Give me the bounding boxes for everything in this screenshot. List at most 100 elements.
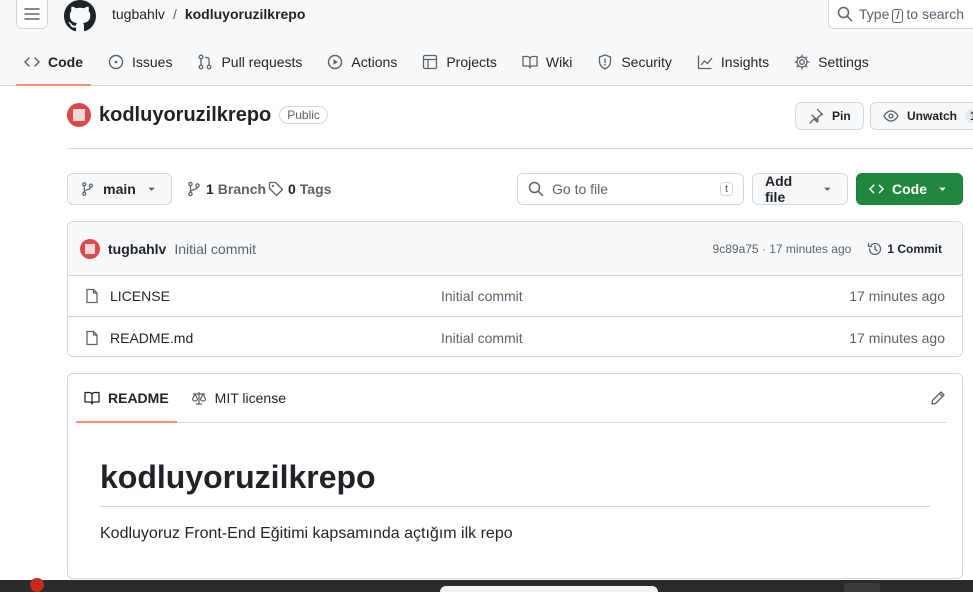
book-icon <box>84 391 100 405</box>
branch-icon <box>188 181 200 197</box>
code-icon <box>869 184 884 194</box>
search-icon <box>528 181 544 197</box>
law-icon <box>191 392 206 405</box>
pin-icon <box>809 108 824 124</box>
tags-link[interactable]: 0 Tags <box>268 181 331 197</box>
commit-sha-time[interactable]: 9c89a75 · 17 minutes ago <box>713 242 852 256</box>
caret-down-icon <box>824 187 831 191</box>
commit-history-link[interactable]: 1 Commit <box>867 241 942 257</box>
tab-projects-label: Projects <box>446 54 497 70</box>
search-icon <box>837 6 853 22</box>
branches-link[interactable]: 1 Branch <box>186 181 266 197</box>
unwatch-button[interactable]: Unwatch 1 <box>870 102 973 130</box>
tab-license[interactable]: MIT license <box>183 374 294 422</box>
file-commit-date: 17 minutes ago <box>849 329 945 346</box>
tab-license-label: MIT license <box>214 390 286 406</box>
issue-icon <box>108 54 124 70</box>
github-logo-icon[interactable] <box>64 0 96 32</box>
go-to-file-shortcut: t <box>719 182 733 196</box>
branch-icon <box>82 182 94 196</box>
file-commit-date: 17 minutes ago <box>849 288 945 304</box>
tag-count: 0 <box>288 181 296 197</box>
search-placeholder: Type / to search <box>859 5 965 23</box>
file-name-link[interactable]: LICENSE <box>110 288 170 304</box>
book-icon <box>522 55 538 69</box>
graph-icon <box>697 55 713 70</box>
file-icon <box>86 330 98 345</box>
tab-wiki-label: Wiki <box>545 54 573 70</box>
taskbar-search[interactable] <box>440 586 658 592</box>
readme-paragraph: Kodluyoruz Front-End Eğitimi kapsamında … <box>100 525 513 542</box>
watch-count: 1 <box>965 109 973 123</box>
tab-code[interactable]: Code <box>16 46 91 86</box>
eye-icon <box>883 110 899 122</box>
commit-author[interactable]: tugbahlv <box>108 241 166 257</box>
file-browser: tugbahlv Initial commit 9c89a75 · 17 min… <box>67 221 963 357</box>
tab-wiki[interactable]: Wiki <box>514 46 580 78</box>
readme-heading: kodluyoruzilkrepo <box>100 459 930 507</box>
code-button[interactable]: Code <box>856 173 963 205</box>
tab-projects[interactable]: Projects <box>414 46 505 78</box>
breadcrumb-repo-link[interactable]: kodluyoruzilkrepo <box>185 6 306 22</box>
tag-icon <box>268 181 284 197</box>
commit-meta: 9c89a75 · 17 minutes ago 1 Commit <box>713 241 942 257</box>
hamburger-icon <box>24 8 40 20</box>
pencil-icon <box>931 391 945 405</box>
pull-request-icon <box>199 54 212 70</box>
go-to-file-input[interactable]: Go to file t <box>517 173 744 205</box>
visibility-badge: Public <box>279 106 328 124</box>
os-taskbar <box>0 578 973 592</box>
tab-actions-label: Actions <box>351 54 398 70</box>
tab-pull-requests-label: Pull requests <box>221 54 303 70</box>
commit-count-label: 1 Commit <box>887 241 942 256</box>
caret-down-icon <box>148 187 155 191</box>
taskbar-app-icon[interactable] <box>844 583 880 592</box>
commit-message[interactable]: Initial commit <box>174 241 256 257</box>
pin-button[interactable]: Pin <box>795 102 864 130</box>
breadcrumb: tugbahlv / kodluyoruzilkrepo <box>112 6 305 22</box>
file-row[interactable]: README.md Initial commit 17 minutes ago <box>68 317 962 356</box>
caret-down-icon <box>939 187 946 191</box>
tab-settings[interactable]: Settings <box>786 46 877 78</box>
table-icon <box>423 54 438 70</box>
file-name-link[interactable]: README.md <box>110 330 193 346</box>
add-file-button[interactable]: Add file <box>752 173 848 205</box>
file-row[interactable]: LICENSE Initial commit 17 minutes ago <box>68 276 962 317</box>
tab-issues[interactable]: Issues <box>100 46 180 78</box>
repo-header: tugbahlv / kodluyoruzilkrepo Type / to sea… <box>0 0 973 86</box>
readme-panel: README MIT license kodluyoruzilkrepo Kod… <box>67 373 963 579</box>
taskbar-app-icon[interactable] <box>30 578 44 592</box>
gear-icon <box>794 54 810 70</box>
tab-readme[interactable]: README <box>76 374 177 423</box>
pin-label: Pin <box>832 109 851 123</box>
branch-select-button[interactable]: main <box>67 173 172 205</box>
tab-insights-label: Insights <box>720 54 770 70</box>
history-icon <box>868 242 882 255</box>
file-commit-message[interactable]: Initial commit <box>441 288 523 304</box>
branch-name: main <box>103 181 136 197</box>
code-button-label: Code <box>892 181 927 197</box>
tab-actions[interactable]: Actions <box>319 46 405 78</box>
repo-nav-tabs: Code Issues Pull requests Actions Projec… <box>16 46 886 86</box>
breadcrumb-separator: / <box>172 6 177 22</box>
tab-insights[interactable]: Insights <box>689 46 777 78</box>
unwatch-label: Unwatch <box>907 109 958 123</box>
divider <box>67 148 973 149</box>
shield-icon <box>599 54 612 70</box>
readme-tabs: README MIT license <box>76 374 946 423</box>
global-search-input[interactable]: Type / to search <box>828 0 973 29</box>
repo-name[interactable]: kodluyoruzilkrepo <box>99 104 271 127</box>
hamburger-menu-button[interactable] <box>16 0 48 29</box>
commit-author-avatar[interactable] <box>80 238 100 259</box>
tab-pull-requests[interactable]: Pull requests <box>189 46 310 78</box>
edit-readme-button[interactable] <box>930 390 946 406</box>
branch-count: 1 <box>206 181 214 197</box>
tab-issues-label: Issues <box>132 54 173 70</box>
readme-body: kodluyoruzilkrepo Kodluyoruz Front-End E… <box>68 423 962 543</box>
owner-avatar[interactable] <box>67 103 91 127</box>
repo-title-row: kodluyoruzilkrepo Public <box>67 103 328 127</box>
file-commit-message[interactable]: Initial commit <box>441 330 523 346</box>
add-file-label: Add file <box>765 173 793 205</box>
breadcrumb-owner-link[interactable]: tugbahlv <box>112 6 165 22</box>
tab-security[interactable]: Security <box>589 46 680 78</box>
